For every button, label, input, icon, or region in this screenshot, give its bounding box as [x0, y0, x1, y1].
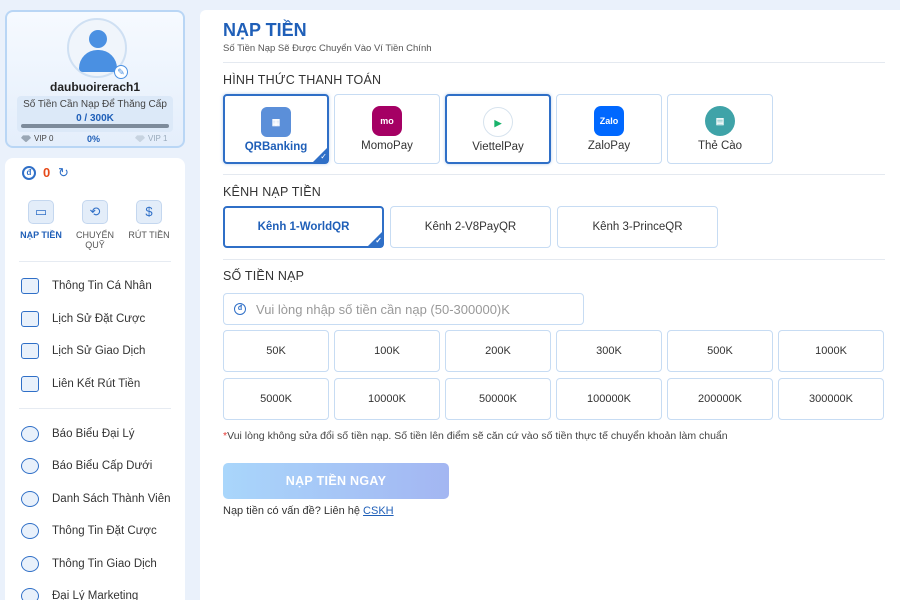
- refresh-icon[interactable]: ↻: [58, 165, 69, 181]
- amount-preset-100000k[interactable]: 100000K: [556, 378, 662, 420]
- payment-section-label: HÌNH THỨC THANH TOÁN: [223, 73, 382, 87]
- diamond-icon: [135, 135, 145, 143]
- amount-preset-50000k[interactable]: 50000K: [445, 378, 551, 420]
- amount-preset-200000k[interactable]: 200000K: [667, 378, 773, 420]
- scratch-card-icon: ▤: [705, 106, 735, 136]
- sub-report-icon: [21, 458, 39, 474]
- amount-preset-200k[interactable]: 200K: [445, 330, 551, 372]
- momo-icon: mo: [372, 106, 402, 136]
- menu-item-withdraw-link[interactable]: Liên Kết Rút Tiền: [21, 373, 181, 395]
- marketing-icon: [21, 588, 39, 600]
- sidebar-menu: đ 0 ↻ ▭ NẠP TIỀN ⟲ CHUYỂN QUỸ $ RÚT TIỀN…: [5, 158, 185, 600]
- channel-section-label: KÊNH NẠP TIỀN: [223, 185, 321, 199]
- menu-item-bet-info[interactable]: Thông Tin Đặt Cược: [21, 520, 181, 542]
- page-title: NẠP TIỀN: [223, 20, 307, 40]
- payment-method-viettelpay[interactable]: ▶ ViettelPay: [445, 94, 551, 164]
- menu-item-transaction-info[interactable]: Thông Tin Giao Dịch: [21, 553, 181, 575]
- deposit-now-button[interactable]: NẠP TIỀN NGAY: [223, 463, 449, 499]
- channel-option-2[interactable]: Kênh 2-V8PayQR: [390, 206, 551, 248]
- menu-item-personal-info[interactable]: Thông Tin Cá Nhân: [21, 275, 181, 297]
- coin-icon: đ: [22, 166, 36, 180]
- coin-icon: đ: [234, 303, 246, 315]
- menu-item-member-list[interactable]: Danh Sách Thành Viên: [21, 488, 181, 510]
- qr-code-icon: ▦: [261, 107, 291, 137]
- divider: [223, 62, 885, 63]
- upgrade-label: Số Tiền Cần Nạp Để Thăng Cấp: [23, 99, 167, 110]
- upgrade-amount: 0 / 300K: [76, 113, 114, 124]
- user-icon: [89, 30, 107, 48]
- menu-item-marketing[interactable]: Đại Lý Marketing: [21, 585, 181, 600]
- vip-progress-bar: [21, 124, 169, 128]
- bet-history-icon: [21, 311, 39, 327]
- edit-icon[interactable]: ✎: [114, 65, 128, 79]
- payment-method-qrbanking[interactable]: ▦ QRBanking ✓: [223, 94, 329, 164]
- amount-placeholder: Vui lòng nhập số tiền cần nạp (50-300000…: [256, 301, 510, 317]
- channel-option-3[interactable]: Kênh 3-PrinceQR: [557, 206, 718, 248]
- menu-item-bet-history[interactable]: Lịch Sử Đặt Cược: [21, 308, 181, 330]
- member-list-icon: [21, 491, 39, 507]
- channel-option-1[interactable]: Kênh 1-WorldQR ✓: [223, 206, 384, 248]
- link-card-icon: [21, 376, 39, 392]
- amount-section-label: SỐ TIỀN NẠP: [223, 269, 305, 283]
- zalopay-icon: Zalo: [594, 106, 624, 136]
- id-card-icon: [21, 278, 39, 294]
- payment-method-zalopay[interactable]: Zalo ZaloPay: [556, 94, 662, 164]
- payment-method-momopay[interactable]: mo MomoPay: [334, 94, 440, 164]
- quick-action-transfer[interactable]: ⟲ CHUYỂN QUỸ: [70, 200, 120, 250]
- divider: [19, 261, 171, 262]
- username: daubuoirerach1: [49, 80, 141, 94]
- deposit-panel: NẠP TIỀN Số Tiền Nạp Sẽ Được Chuyển Vào …: [200, 10, 900, 600]
- wallet-balance: 0: [43, 165, 51, 180]
- money-bag-icon: $: [136, 200, 162, 224]
- amount-preset-50k[interactable]: 50K: [223, 330, 329, 372]
- divider: [223, 174, 885, 175]
- amount-preset-1000k[interactable]: 1000K: [778, 330, 884, 372]
- transfer-icon: ⟲: [82, 200, 108, 224]
- divider: [19, 408, 171, 409]
- divider: [223, 259, 885, 260]
- wallet-icon: ▭: [28, 200, 54, 224]
- agent-report-icon: [21, 426, 39, 442]
- amount-preset-10000k[interactable]: 10000K: [334, 378, 440, 420]
- profile-card: ✎ daubuoirerach1 Số Tiền Cần Nạp Để Thăn…: [5, 10, 185, 148]
- amount-preset-5000k[interactable]: 5000K: [223, 378, 329, 420]
- transaction-history-icon: [21, 343, 39, 359]
- check-icon: ✓: [367, 231, 383, 247]
- menu-item-transaction-history[interactable]: Lịch Sử Giao Dịch: [21, 340, 181, 362]
- amount-preset-300000k[interactable]: 300000K: [778, 378, 884, 420]
- quick-action-deposit[interactable]: ▭ NẠP TIỀN: [16, 200, 66, 240]
- amount-preset-500k[interactable]: 500K: [667, 330, 773, 372]
- transaction-info-icon: [21, 556, 39, 572]
- vip-progress-text: 0%: [87, 134, 101, 144]
- menu-item-sub-report[interactable]: Báo Biểu Cấp Dưới: [21, 455, 181, 477]
- vip-current: VIP 0: [21, 134, 53, 143]
- bet-info-icon: [21, 523, 39, 539]
- quick-action-withdraw[interactable]: $ RÚT TIỀN: [124, 200, 174, 240]
- help-text: Nạp tiền có vấn đề? Liên hệ CSKH: [223, 505, 394, 517]
- page-subtitle: Số Tiền Nạp Sẽ Được Chuyển Vào Ví Tiền C…: [223, 43, 432, 54]
- deposit-note: *Vui lòng không sửa đổi số tiền nạp. Số …: [223, 430, 728, 442]
- amount-input[interactable]: đ Vui lòng nhập số tiền cần nạp (50-3000…: [223, 293, 584, 325]
- viettelpay-icon: ▶: [483, 107, 513, 137]
- payment-method-scratch-card[interactable]: ▤ Thẻ Cào: [667, 94, 773, 164]
- diamond-icon: [21, 135, 31, 143]
- amount-preset-100k[interactable]: 100K: [334, 330, 440, 372]
- avatar[interactable]: ✎: [67, 18, 128, 79]
- amount-preset-300k[interactable]: 300K: [556, 330, 662, 372]
- menu-item-agent-report[interactable]: Báo Biểu Đại Lý: [21, 423, 181, 445]
- customer-support-link[interactable]: CSKH: [363, 505, 394, 517]
- vip-next: VIP 1: [135, 134, 167, 143]
